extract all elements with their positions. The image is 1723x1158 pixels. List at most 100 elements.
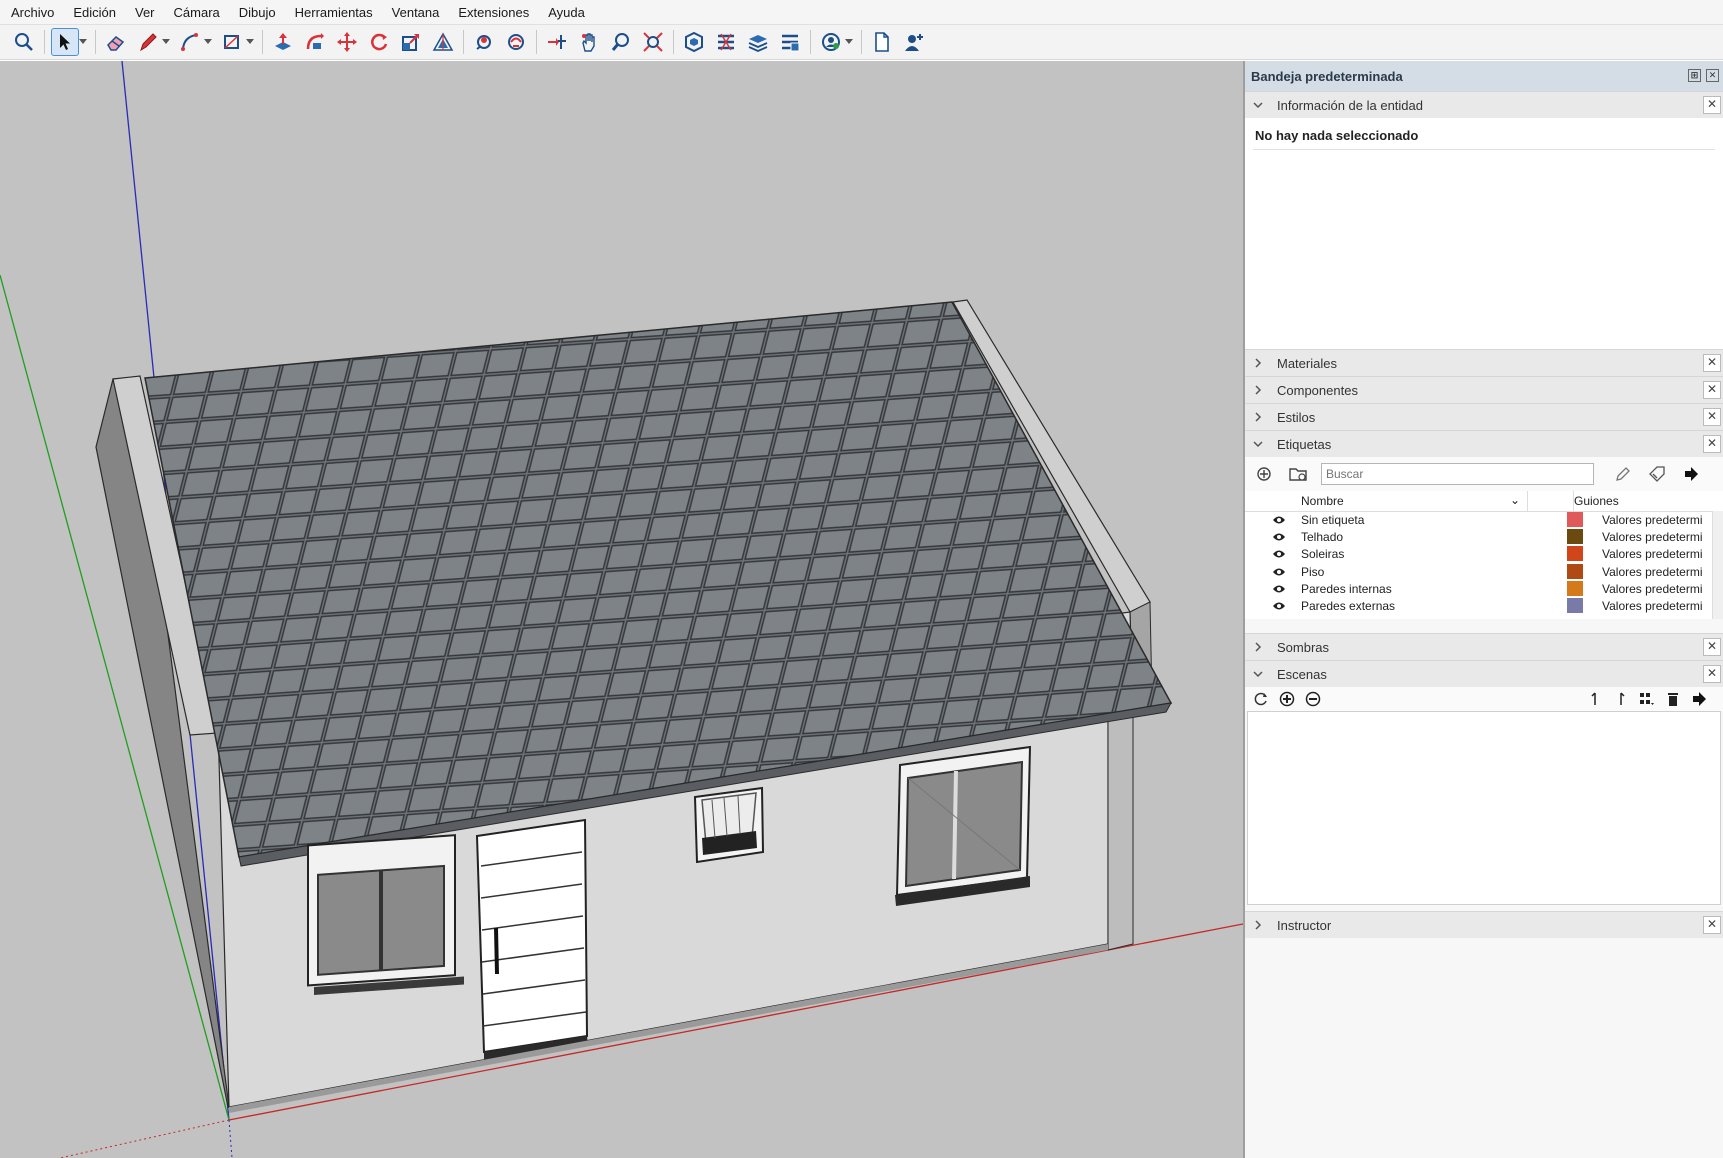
eye-icon[interactable]: [1272, 515, 1286, 525]
refresh-icon[interactable]: [1251, 689, 1271, 709]
menu-ver[interactable]: Ver: [124, 5, 163, 20]
menu-ayuda[interactable]: Ayuda: [537, 5, 593, 20]
menu-archivo[interactable]: Archivo: [0, 5, 62, 20]
menu-edicion[interactable]: Edición: [62, 5, 124, 20]
orbit-icon[interactable]: [470, 28, 498, 56]
tag-color-swatch[interactable]: [1567, 529, 1583, 545]
panel-escenas-header[interactable]: Escenas ✕: [1245, 660, 1723, 687]
menu-extensiones[interactable]: Extensiones: [447, 5, 537, 20]
move-icon[interactable]: [333, 28, 361, 56]
close-icon[interactable]: ✕: [1703, 96, 1721, 114]
pencil-icon[interactable]: [134, 28, 162, 56]
panel-instructor-header[interactable]: Instructor ✕: [1245, 911, 1723, 938]
select-arrow-icon[interactable]: [51, 28, 79, 56]
push-pull-icon[interactable]: [269, 28, 297, 56]
menu-herramientas[interactable]: Herramientas: [284, 5, 381, 20]
layout-icon[interactable]: [744, 28, 772, 56]
eye-icon[interactable]: [1272, 549, 1286, 559]
tag-row[interactable]: Paredes internas Valores predetermi: [1245, 580, 1715, 598]
details-arrow-icon[interactable]: [1680, 463, 1702, 485]
warehouse-icon[interactable]: [680, 28, 708, 56]
chevron-down-icon[interactable]: [162, 28, 170, 56]
tag-dashes[interactable]: Valores predetermi: [1602, 565, 1703, 579]
tag-color-swatch[interactable]: [1567, 580, 1583, 596]
add-tag-icon[interactable]: [1253, 463, 1275, 485]
arc-icon[interactable]: [176, 28, 204, 56]
add-scene-icon[interactable]: [1277, 689, 1297, 709]
search-icon[interactable]: [10, 28, 38, 56]
zoom-icon[interactable]: [607, 28, 635, 56]
scale-icon[interactable]: [397, 28, 425, 56]
tag-row[interactable]: Piso Valores predetermi: [1245, 563, 1715, 581]
pin-icon[interactable]: ⊞: [1688, 69, 1701, 82]
close-icon[interactable]: ✕: [1703, 435, 1721, 453]
tag-color-swatch[interactable]: [1567, 598, 1583, 613]
add-folder-icon[interactable]: [1287, 463, 1309, 485]
close-icon[interactable]: ✕: [1703, 916, 1721, 934]
panel-estilos-header[interactable]: Estilos ✕: [1245, 403, 1723, 430]
tag-search-input[interactable]: [1321, 463, 1594, 485]
drawing-area[interactable]: [0, 61, 1243, 1158]
eye-icon[interactable]: [1272, 532, 1286, 542]
panel-etiquetas-header[interactable]: Etiquetas ✕: [1245, 430, 1723, 457]
details-arrow-icon[interactable]: [1689, 689, 1709, 709]
tag-row[interactable]: Soleiras Valores predetermi: [1245, 546, 1715, 563]
add-user-icon[interactable]: [900, 28, 928, 56]
menu-ventana[interactable]: Ventana: [381, 5, 448, 20]
tag-dashes[interactable]: Valores predetermi: [1602, 513, 1703, 527]
eye-icon[interactable]: [1272, 584, 1286, 594]
remove-scene-icon[interactable]: [1303, 689, 1323, 709]
move-down-icon[interactable]: [1611, 689, 1631, 709]
panel-materiales-header[interactable]: Materiales ✕: [1245, 349, 1723, 376]
menu-camara[interactable]: Cámara: [163, 5, 228, 20]
chevron-down-icon[interactable]: [246, 28, 254, 56]
eye-icon[interactable]: [1272, 601, 1286, 611]
rotate-icon[interactable]: [365, 28, 393, 56]
eye-icon[interactable]: [1272, 567, 1286, 577]
panel-componentes-header[interactable]: Componentes ✕: [1245, 376, 1723, 403]
close-icon[interactable]: ✕: [1703, 665, 1721, 683]
column-dashes[interactable]: Guiones: [1574, 494, 1619, 508]
tag-row[interactable]: Sin etiqueta Valores predetermi: [1245, 512, 1715, 529]
pan-icon[interactable]: [502, 28, 530, 56]
delete-scene-icon[interactable]: [1663, 689, 1683, 709]
close-icon[interactable]: ✕: [1703, 354, 1721, 372]
close-icon[interactable]: ✕: [1706, 69, 1719, 82]
tag-row[interactable]: Telhado Valores predetermi: [1245, 529, 1715, 546]
scenes-list[interactable]: [1247, 711, 1721, 905]
tag-dashes[interactable]: Valores predetermi: [1602, 530, 1703, 544]
zoom-extents-icon[interactable]: [639, 28, 667, 56]
tape-measure-icon[interactable]: [543, 28, 571, 56]
account-icon[interactable]: [817, 28, 845, 56]
tag-dashes[interactable]: Valores predetermi: [1602, 582, 1703, 596]
move-up-icon[interactable]: [1585, 689, 1605, 709]
tags-scrollbar[interactable]: [1712, 511, 1723, 619]
tag-dashes[interactable]: Valores predetermi: [1602, 599, 1703, 613]
close-icon[interactable]: ✕: [1703, 408, 1721, 426]
close-icon[interactable]: ✕: [1703, 381, 1721, 399]
rectangle-icon[interactable]: [218, 28, 246, 56]
tag-color-swatch[interactable]: [1567, 563, 1583, 579]
tag-color-swatch[interactable]: [1567, 512, 1583, 527]
tag-color-swatch[interactable]: [1567, 546, 1583, 562]
offset-icon[interactable]: [429, 28, 457, 56]
eraser-icon[interactable]: [102, 28, 130, 56]
close-icon[interactable]: ✕: [1703, 638, 1721, 656]
extension-warehouse-icon[interactable]: [712, 28, 740, 56]
new-file-icon[interactable]: [868, 28, 896, 56]
chevron-down-icon[interactable]: [204, 28, 212, 56]
panel-sombras-header[interactable]: Sombras ✕: [1245, 633, 1723, 660]
tag-tool-icon[interactable]: [1646, 463, 1668, 485]
chevron-down-icon[interactable]: [79, 28, 87, 56]
styles-icon[interactable]: [776, 28, 804, 56]
chevron-down-icon[interactable]: ⌄: [1510, 493, 1520, 507]
menu-dibujo[interactable]: Dibujo: [228, 5, 284, 20]
tag-dashes[interactable]: Valores predetermi: [1602, 547, 1703, 561]
view-options-icon[interactable]: [1637, 689, 1657, 709]
follow-me-icon[interactable]: [301, 28, 329, 56]
panel-entity-info-header[interactable]: Información de la entidad ✕: [1245, 91, 1723, 118]
chevron-down-icon[interactable]: [845, 28, 853, 56]
tag-row[interactable]: Paredes externas Valores predetermi: [1245, 598, 1715, 615]
hand-icon[interactable]: [575, 28, 603, 56]
pencil-icon[interactable]: [1612, 463, 1634, 485]
